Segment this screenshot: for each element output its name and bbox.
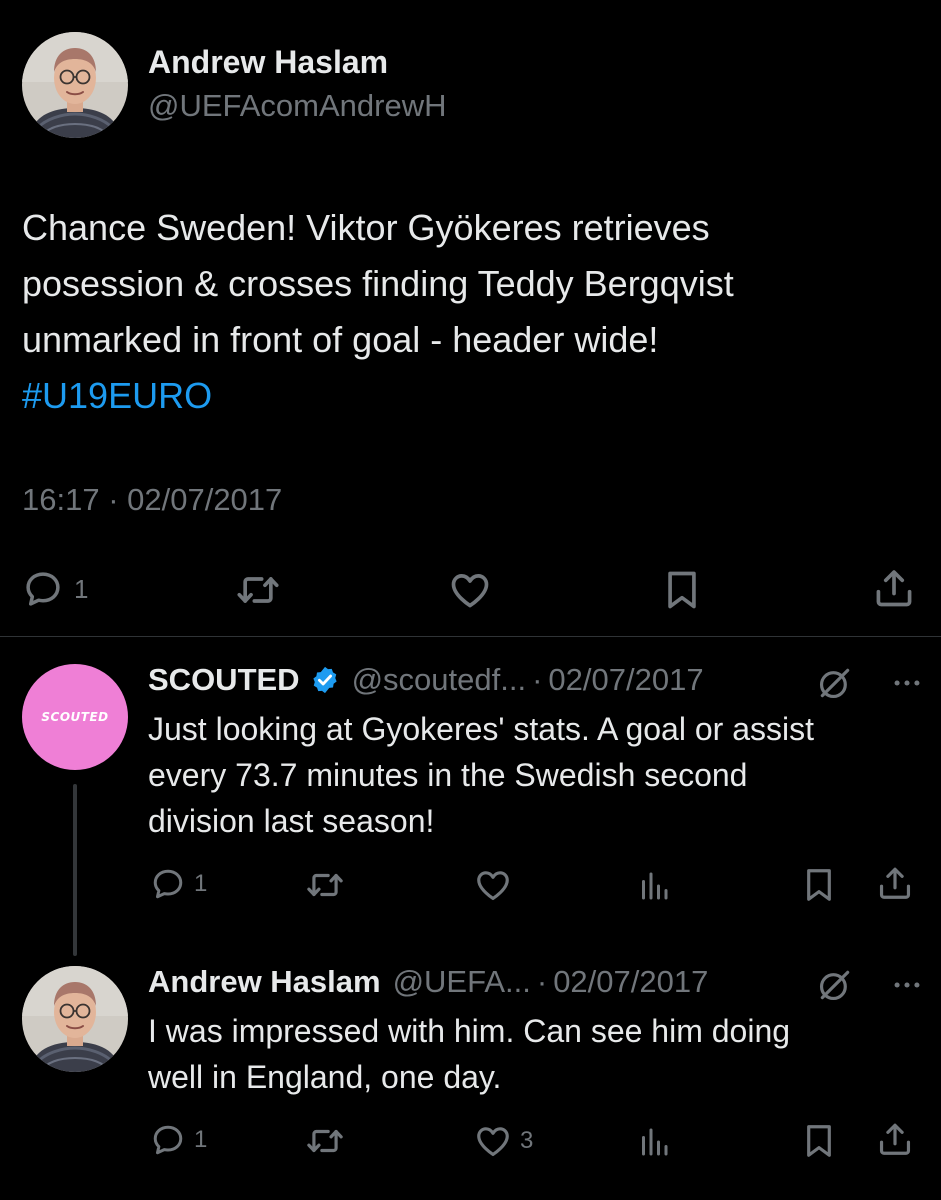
- author-avatar[interactable]: [22, 32, 128, 138]
- more-icon[interactable]: [890, 968, 924, 1002]
- like-count: 3: [520, 1127, 534, 1154]
- reply-top-icons: [816, 664, 924, 702]
- reply-text: Just looking at Gyokeres' stats. A goal …: [148, 706, 918, 844]
- share-button[interactable]: [876, 1120, 914, 1158]
- reply-author-name[interactable]: SCOUTED: [148, 662, 300, 698]
- like-icon: [474, 1122, 512, 1160]
- retweet-icon: [236, 568, 280, 612]
- reply-count: 1: [194, 870, 208, 897]
- reply-icon: [22, 568, 64, 610]
- author-handle[interactable]: @UEFAcomAndrewH: [148, 88, 447, 124]
- reply-text-line: I was impressed with him. Can see him do…: [148, 1013, 791, 1049]
- share-icon: [876, 864, 914, 902]
- bookmark-icon: [800, 866, 838, 904]
- tweet-action-bar: 1: [0, 560, 941, 616]
- like-icon: [474, 866, 512, 904]
- like-icon: [448, 568, 492, 612]
- reply-action-bar: 1: [0, 864, 941, 908]
- retweet-button[interactable]: [306, 1122, 344, 1160]
- author-name[interactable]: Andrew Haslam: [148, 44, 388, 81]
- views-icon: [636, 868, 672, 904]
- separator-dot: ·: [532, 662, 543, 697]
- hashtag-link[interactable]: #U19EURO: [22, 368, 912, 424]
- reply-handle[interactable]: @scoutedf...: [352, 662, 527, 698]
- tweet-text-line: unmarked in front of goal - header wide!: [22, 319, 659, 360]
- tweet-text: Chance Sweden! Viktor Gyökeres retrieves…: [22, 200, 912, 424]
- reply-date[interactable]: 02/07/2017: [548, 662, 703, 698]
- views-icon: [636, 1124, 672, 1160]
- reply-handle[interactable]: @UEFA...: [393, 964, 531, 1000]
- bookmark-button[interactable]: [800, 866, 838, 904]
- like-button[interactable]: [474, 866, 512, 904]
- bookmark-button[interactable]: [660, 568, 704, 612]
- reply-count: 1: [194, 1126, 208, 1153]
- reply-text-line: Just looking at Gyokeres' stats. A goal …: [148, 711, 814, 747]
- share-button[interactable]: [876, 864, 914, 902]
- retweet-icon: [306, 866, 344, 904]
- reply-date[interactable]: 02/07/2017: [553, 964, 708, 1000]
- views-button[interactable]: [636, 868, 672, 904]
- reply-text-line: every 73.7 minutes in the Swedish second: [148, 757, 748, 793]
- reply-header: Andrew Haslam @UEFA... · 02/07/2017: [148, 964, 708, 1000]
- reply-text-line: division last season!: [148, 803, 435, 839]
- scouted-avatar[interactable]: SCOUTED: [22, 664, 128, 770]
- retweet-icon: [306, 1122, 344, 1160]
- reply-icon: [150, 1122, 186, 1158]
- bookmark-icon: [660, 568, 704, 612]
- reply-top-icons: [816, 966, 924, 1004]
- views-button[interactable]: [636, 1124, 672, 1160]
- separator-dot: ·: [536, 964, 548, 999]
- reply-button[interactable]: 1: [22, 568, 88, 610]
- reply-button[interactable]: 1: [150, 866, 207, 902]
- bookmark-button[interactable]: [800, 1122, 838, 1160]
- retweet-button[interactable]: [236, 568, 280, 612]
- reply-header: SCOUTED @scoutedf... · 02/07/2017: [148, 662, 704, 698]
- share-button[interactable]: [872, 566, 916, 610]
- retweet-button[interactable]: [306, 866, 344, 904]
- reply-icon: [150, 866, 186, 902]
- reply-count: 1: [74, 573, 89, 604]
- author-avatar[interactable]: [22, 966, 128, 1072]
- reply-author-name[interactable]: Andrew Haslam: [148, 964, 381, 1000]
- main-tweet: Andrew Haslam @UEFAcomAndrewH Chance Swe…: [0, 0, 941, 637]
- bookmark-icon: [800, 1122, 838, 1160]
- tweet-timestamp[interactable]: 16:17 · 02/07/2017: [22, 482, 282, 518]
- reply-action-bar: 1 3: [0, 1120, 941, 1164]
- verified-badge-icon: [310, 665, 340, 695]
- grok-icon[interactable]: [816, 664, 854, 702]
- divider: [0, 636, 941, 637]
- avatar-logo-text: SCOUTED: [41, 710, 109, 724]
- like-button[interactable]: [448, 568, 492, 612]
- reply-text-line: well in England, one day.: [148, 1059, 502, 1095]
- reply-text: I was impressed with him. Can see him do…: [148, 1008, 918, 1100]
- tweet-text-line: posession & crosses finding Teddy Bergqv…: [22, 263, 734, 304]
- tweet-text-line: Chance Sweden! Viktor Gyökeres retrieves: [22, 207, 710, 248]
- like-button[interactable]: 3: [474, 1122, 533, 1160]
- share-icon: [876, 1120, 914, 1158]
- share-icon: [872, 566, 916, 610]
- more-icon[interactable]: [890, 666, 924, 700]
- grok-icon[interactable]: [816, 966, 854, 1004]
- reply-button[interactable]: 1: [150, 1122, 207, 1158]
